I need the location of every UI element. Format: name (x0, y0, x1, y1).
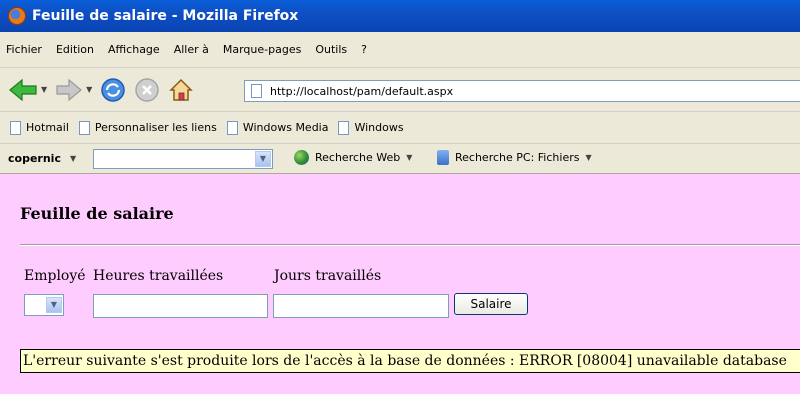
search-pc-button[interactable]: Recherche PC: Fichiers ▼ (437, 150, 592, 165)
days-label: Jours travaillés (274, 268, 382, 284)
menu-fichier[interactable]: Fichier (6, 43, 42, 56)
bookmark-label: Windows (354, 121, 404, 134)
page-content: Feuille de salaire Employé Heures travai… (0, 174, 800, 394)
copernic-search-input[interactable]: ▼ (93, 149, 273, 169)
page-icon (78, 120, 90, 135)
salaire-button[interactable]: Salaire (454, 293, 528, 315)
menu-help[interactable]: ? (361, 43, 367, 56)
employee-select[interactable]: ▼ (24, 294, 64, 316)
copernic-dropdown-icon[interactable]: ▼ (70, 154, 76, 163)
menu-marque-pages[interactable]: Marque-pages (223, 43, 301, 56)
url-text: http://localhost/pam/default.aspx (270, 84, 454, 98)
back-button[interactable]: ▼ (8, 78, 47, 102)
menu-outils[interactable]: Outils (315, 43, 347, 56)
bookmark-label: Personnaliser les liens (94, 121, 217, 134)
hours-label: Heures travaillées (93, 268, 224, 284)
employee-label: Employé (24, 268, 86, 284)
bookmark-hotmail[interactable]: Hotmail (10, 120, 69, 135)
page-icon (10, 120, 21, 135)
menu-affichage[interactable]: Affichage (108, 43, 160, 56)
bookmark-label: Hotmail (26, 121, 69, 134)
bookmarks-toolbar: Hotmail Personnaliser les liens Windows … (0, 112, 800, 144)
window-title: Feuille de salaire - Mozilla Firefox (32, 8, 299, 24)
search-web-button[interactable]: Recherche Web ▼ (294, 150, 412, 165)
page-icon (251, 84, 262, 98)
url-bar[interactable]: http://localhost/pam/default.aspx (244, 80, 800, 102)
search-web-dropdown-icon[interactable]: ▼ (406, 153, 412, 162)
stop-button[interactable] (134, 77, 160, 103)
hours-input[interactable] (93, 294, 268, 318)
chevron-down-icon[interactable]: ▼ (46, 297, 62, 313)
horizontal-rule (20, 244, 800, 246)
menu-edition[interactable]: Edition (56, 43, 94, 56)
desktop-search-icon (437, 150, 449, 165)
stop-icon (135, 77, 160, 102)
page-icon (338, 120, 350, 135)
firefox-logo-icon (8, 7, 26, 25)
reload-button[interactable] (100, 77, 126, 103)
bookmark-windows[interactable]: Windows (338, 120, 404, 135)
menu-aller-a[interactable]: Aller à (174, 43, 209, 56)
window-titlebar: Feuille de salaire - Mozilla Firefox (0, 0, 800, 32)
bookmark-personnaliser-les-liens[interactable]: Personnaliser les liens (78, 120, 217, 135)
chevron-down-icon[interactable]: ▼ (255, 151, 271, 167)
page-icon (226, 120, 238, 135)
days-input[interactable] (273, 294, 449, 318)
home-icon (169, 78, 194, 101)
forward-dropdown-icon[interactable]: ▼ (86, 85, 92, 94)
back-arrow-icon (9, 78, 37, 101)
search-web-label: Recherche Web (315, 151, 401, 164)
globe-icon (294, 150, 309, 165)
forward-button[interactable]: ▼ (55, 78, 92, 102)
error-message: L'erreur suivante s'est produite lors de… (20, 349, 800, 373)
reload-icon (101, 77, 126, 102)
forward-arrow-icon (56, 78, 83, 101)
bookmark-windows-media[interactable]: Windows Media (226, 120, 329, 135)
back-dropdown-icon[interactable]: ▼ (41, 85, 47, 94)
bookmark-label: Windows Media (242, 121, 329, 134)
copernic-logo[interactable]: copernic (8, 152, 61, 165)
page-title: Feuille de salaire (20, 204, 174, 223)
home-button[interactable] (168, 77, 194, 103)
search-pc-label: Recherche PC: Fichiers (455, 151, 580, 164)
search-pc-dropdown-icon[interactable]: ▼ (585, 153, 591, 162)
menu-bar: Fichier Edition Affichage Aller à Marque… (0, 32, 800, 68)
